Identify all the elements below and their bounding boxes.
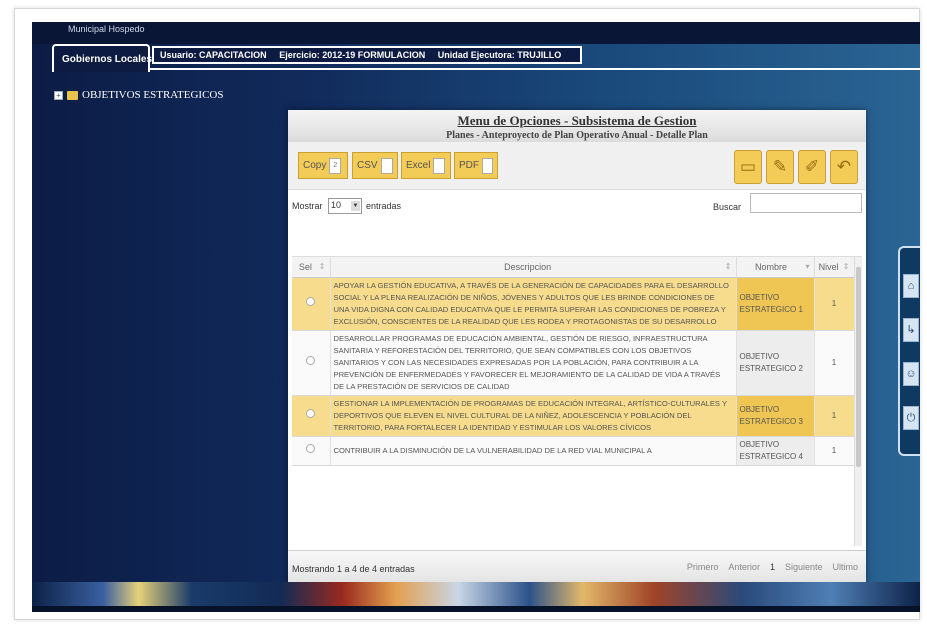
row-select-cell[interactable] bbox=[292, 395, 331, 437]
row-radio[interactable] bbox=[306, 297, 316, 306]
home-icon: ⌂ bbox=[907, 280, 915, 292]
session-info-bar: Usuario: CAPACITACION Ejercicio: 2012-19… bbox=[152, 46, 582, 64]
table-row[interactable]: GESTIONAR LA IMPLEMENTACIÓN DE PROGRAMAS… bbox=[292, 395, 855, 437]
edit-button[interactable]: ✎ bbox=[766, 150, 794, 184]
csv-button[interactable]: CSV bbox=[352, 152, 398, 179]
search-input[interactable] bbox=[750, 193, 862, 213]
application-window: Municipal Hospedo Gobiernos Locales Usua… bbox=[32, 22, 920, 612]
table-row[interactable]: DESARROLLAR PROGRAMAS DE EDUCACIÓN AMBIE… bbox=[292, 330, 855, 396]
row-radio[interactable] bbox=[306, 409, 316, 418]
excel-button-label: Excel bbox=[406, 160, 431, 171]
pdf-button[interactable]: PDF bbox=[454, 152, 498, 179]
search-label: Buscar bbox=[713, 202, 742, 212]
new-button[interactable]: ▭ bbox=[734, 150, 762, 184]
row-name: OBJETIVO ESTRATEGICO 2 bbox=[736, 330, 815, 396]
undo-icon: ↶ bbox=[836, 157, 852, 176]
pagination: Primero Anterior 1 Siguiente Ultimo bbox=[687, 562, 858, 572]
options-dialog: Menu de Opciones - Subsistema de Gestion… bbox=[288, 110, 866, 582]
table-row[interactable]: CONTRIBUIR A LA DISMINUCIÓN DE LA VULNER… bbox=[292, 436, 855, 466]
app-title: Municipal Hospedo bbox=[68, 24, 145, 34]
page-length-value: 10 bbox=[331, 200, 342, 210]
table-info: Mostrando 1 a 4 de 4 entradas bbox=[292, 564, 415, 574]
row-level: 1 bbox=[814, 330, 855, 396]
undo-button[interactable]: ↶ bbox=[830, 150, 858, 184]
excel-file-icon bbox=[433, 157, 446, 174]
copy-count-icon: 2 bbox=[329, 157, 342, 174]
pencil-icon: ✐ bbox=[804, 157, 820, 176]
column-header-sel[interactable]: Sel ⇕ bbox=[292, 257, 331, 278]
side-panel: ⌂ ↳ ☺ ⏻ bbox=[898, 246, 920, 456]
page-last-link[interactable]: Ultimo bbox=[832, 562, 858, 572]
show-label: Mostrar bbox=[292, 201, 323, 211]
session-unit: Unidad Ejecutora: TRUJILLO bbox=[437, 50, 562, 60]
row-select-cell[interactable] bbox=[292, 330, 331, 396]
scrollbar-thumb[interactable] bbox=[856, 267, 861, 467]
user-button[interactable]: ☺ bbox=[903, 362, 919, 386]
objectives-table: Sel ⇕ Descripcion ⇕ Nombre ▾ Nivel ⇕ APOYAR … bbox=[292, 257, 855, 466]
row-name: OBJETIVO ESTRATEGICO 3 bbox=[736, 395, 815, 437]
row-name: OBJETIVO ESTRATEGICO 4 bbox=[736, 436, 815, 466]
row-level: 1 bbox=[814, 395, 855, 437]
table-scrollbar[interactable] bbox=[854, 257, 862, 546]
table-controls: Mostrar 10 ▼ entradas Buscar bbox=[288, 190, 866, 222]
chevron-down-icon: ▼ bbox=[351, 201, 360, 211]
new-icon: ▭ bbox=[739, 157, 757, 176]
row-level: 1 bbox=[814, 436, 855, 466]
row-description: CONTRIBUIR A LA DISMINUCIÓN DE LA VULNER… bbox=[330, 436, 737, 466]
page-current[interactable]: 1 bbox=[770, 562, 775, 572]
copy-button[interactable]: Copy 2 bbox=[298, 152, 348, 179]
tab-gobiernos-locales[interactable]: Gobiernos Locales bbox=[52, 44, 152, 72]
csv-file-icon bbox=[380, 157, 393, 174]
page-next-link[interactable]: Siguiente bbox=[785, 562, 823, 572]
row-name: OBJETIVO ESTRATEGICO 1 bbox=[736, 277, 815, 331]
power-button[interactable]: ⏻ bbox=[903, 406, 919, 430]
row-select-cell[interactable] bbox=[292, 277, 331, 331]
row-description: DESARROLLAR PROGRAMAS DE EDUCACIÓN AMBIE… bbox=[330, 330, 737, 396]
top-bar: Municipal Hospedo bbox=[32, 22, 920, 44]
tab-bar: Gobiernos Locales Usuario: CAPACITACION … bbox=[52, 44, 920, 72]
entries-label: entradas bbox=[366, 201, 402, 211]
column-header-nombre[interactable]: Nombre ▾ bbox=[736, 257, 815, 278]
tree-node-label[interactable]: OBJETIVOS ESTRATEGICOS bbox=[82, 89, 223, 101]
table-scroll-area[interactable]: Sel ⇕ Descripcion ⇕ Nombre ▾ Nivel ⇕ APOYAR … bbox=[292, 256, 862, 546]
dialog-toolbar: Copy 2 CSV Excel PDF ▭ ✎ ✐ ↶ bbox=[288, 142, 866, 190]
pdf-button-label: PDF bbox=[459, 160, 479, 171]
user-icon: ☺ bbox=[905, 368, 917, 380]
row-radio[interactable] bbox=[306, 444, 316, 453]
table-header-row: Sel ⇕ Descripcion ⇕ Nombre ▾ Nivel ⇕ bbox=[292, 257, 855, 278]
page-length-select[interactable]: 10 ▼ bbox=[328, 198, 362, 214]
pdf-file-icon bbox=[482, 157, 493, 174]
copy-button-label: Copy bbox=[303, 160, 327, 171]
row-level: 1 bbox=[814, 277, 855, 331]
exit-button[interactable]: ↳ bbox=[903, 318, 919, 342]
tree-node-objetivos[interactable]: + OBJETIVOS ESTRATEGICOS bbox=[54, 88, 223, 102]
row-select-cell[interactable] bbox=[292, 436, 331, 466]
bottom-strip bbox=[32, 606, 920, 612]
modify-button[interactable]: ✐ bbox=[798, 150, 826, 184]
folder-icon bbox=[67, 90, 78, 100]
session-exercise: Ejercicio: 2012-19 FORMULACION bbox=[279, 50, 426, 60]
tree-expand-icon[interactable]: + bbox=[54, 90, 63, 100]
session-user: Usuario: CAPACITACION bbox=[160, 50, 267, 60]
row-description: GESTIONAR LA IMPLEMENTACIÓN DE PROGRAMAS… bbox=[330, 395, 737, 437]
row-radio[interactable] bbox=[306, 356, 316, 365]
power-icon: ⏻ bbox=[906, 412, 916, 424]
dialog-header: Menu de Opciones - Subsistema de Gestion… bbox=[288, 110, 866, 142]
csv-button-label: CSV bbox=[357, 160, 378, 171]
page-first-link[interactable]: Primero bbox=[687, 562, 719, 572]
home-button[interactable]: ⌂ bbox=[903, 274, 919, 298]
edit-icon: ✎ bbox=[772, 157, 788, 176]
exit-icon: ↳ bbox=[906, 324, 916, 336]
row-description: APOYAR LA GESTIÓN EDUCATIVA, A TRAVÉS DE… bbox=[330, 277, 737, 331]
table-footer: Mostrando 1 a 4 de 4 entradas Primero An… bbox=[288, 550, 866, 582]
table-row[interactable]: APOYAR LA GESTIÓN EDUCATIVA, A TRAVÉS DE… bbox=[292, 277, 855, 331]
page-previous-link[interactable]: Anterior bbox=[728, 562, 760, 572]
dialog-title: Menu de Opciones - Subsistema de Gestion bbox=[457, 113, 697, 128]
column-header-descripcion[interactable]: Descripcion ⇕ bbox=[330, 257, 737, 278]
column-header-nivel[interactable]: Nivel ⇕ bbox=[814, 257, 855, 278]
excel-button[interactable]: Excel bbox=[401, 152, 451, 179]
dialog-subtitle: Planes - Anteproyecto de Plan Operativo … bbox=[446, 130, 708, 141]
